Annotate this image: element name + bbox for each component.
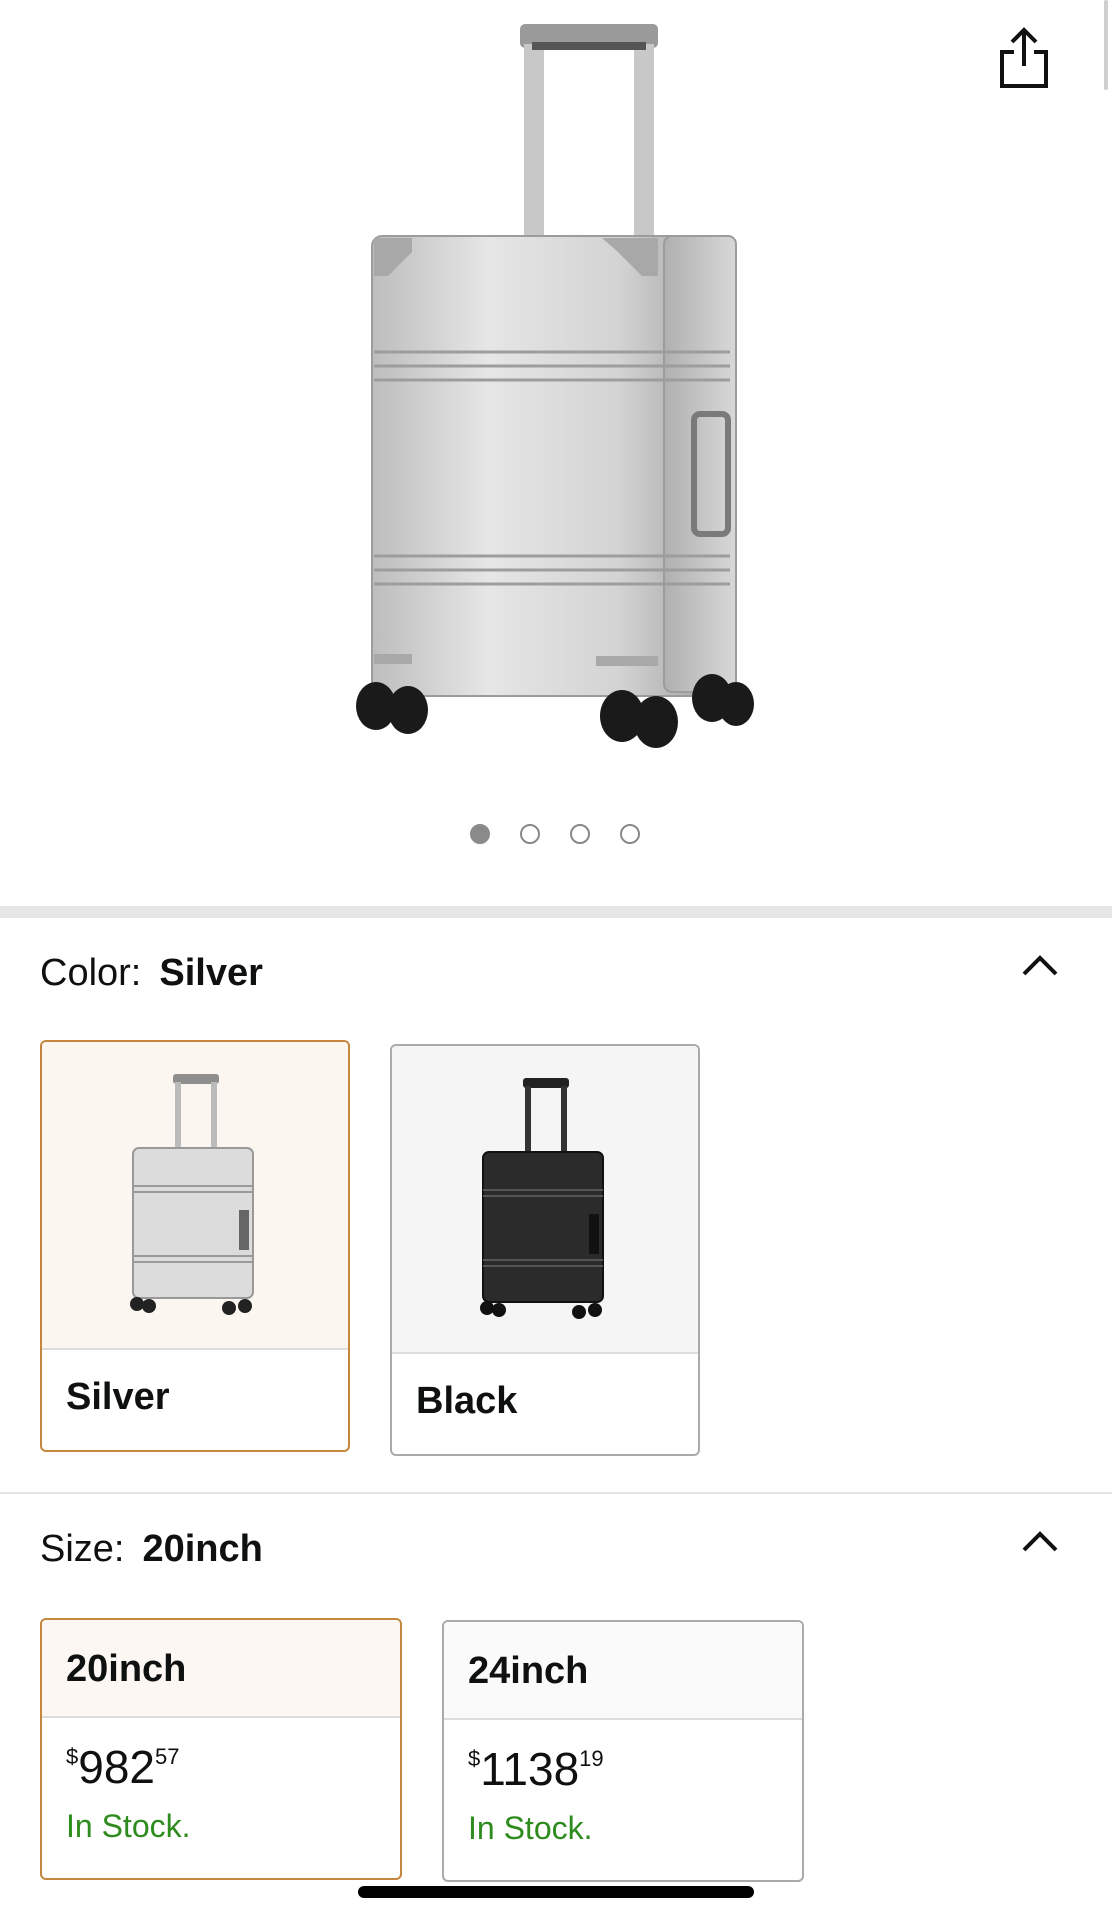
- size-option-20inch[interactable]: 20inch $98257 In Stock.: [40, 1618, 402, 1880]
- size-collapse-button[interactable]: [1018, 1526, 1062, 1554]
- scroll-indicator: [1104, 0, 1108, 90]
- home-indicator[interactable]: [358, 1886, 754, 1898]
- color-collapse-button[interactable]: [1018, 950, 1062, 978]
- size-option-label: 20inch: [42, 1620, 400, 1718]
- chevron-up-icon: [1022, 1531, 1058, 1552]
- carousel-dot-2[interactable]: [520, 824, 540, 844]
- color-label: Color:: [40, 952, 142, 994]
- color-option-black[interactable]: Black: [390, 1044, 700, 1456]
- price: $113819: [444, 1720, 802, 1792]
- price-symbol: $: [66, 1744, 79, 1769]
- price-symbol: $: [468, 1746, 481, 1771]
- price: $98257: [42, 1718, 400, 1790]
- color-option-silver[interactable]: Silver: [40, 1040, 350, 1452]
- color-selection-label: Color: Silver: [40, 952, 263, 995]
- share-button[interactable]: [996, 26, 1052, 90]
- stock-status: In Stock.: [468, 1810, 593, 1846]
- size-option-24inch[interactable]: 24inch $113819 In Stock.: [442, 1620, 804, 1882]
- share-icon: [1000, 27, 1048, 88]
- silver-thumbnail: [42, 1042, 348, 1348]
- chevron-up-icon: [1022, 955, 1058, 976]
- size-label: Size:: [40, 1528, 125, 1570]
- section-divider: [0, 1492, 1112, 1494]
- color-option-label: Silver: [42, 1348, 348, 1444]
- carousel-dot-1[interactable]: [470, 824, 490, 844]
- size-option-label: 24inch: [444, 1622, 802, 1720]
- color-selected-value: Silver: [159, 952, 263, 994]
- carousel-indicator: [470, 824, 646, 848]
- price-whole: 982: [78, 1741, 155, 1793]
- stock-status: In Stock.: [66, 1808, 191, 1844]
- price-fraction: 19: [579, 1746, 604, 1771]
- carousel-dot-4[interactable]: [620, 824, 640, 844]
- color-option-label: Black: [392, 1352, 698, 1448]
- product-image[interactable]: [352, 14, 760, 774]
- price-fraction: 57: [155, 1744, 180, 1769]
- black-thumbnail: [392, 1046, 698, 1352]
- price-whole: 1138: [480, 1743, 580, 1795]
- size-selected-value: 20inch: [142, 1528, 263, 1570]
- carousel-dot-3[interactable]: [570, 824, 590, 844]
- size-selection-label: Size: 20inch: [40, 1528, 263, 1571]
- section-divider: [0, 906, 1112, 918]
